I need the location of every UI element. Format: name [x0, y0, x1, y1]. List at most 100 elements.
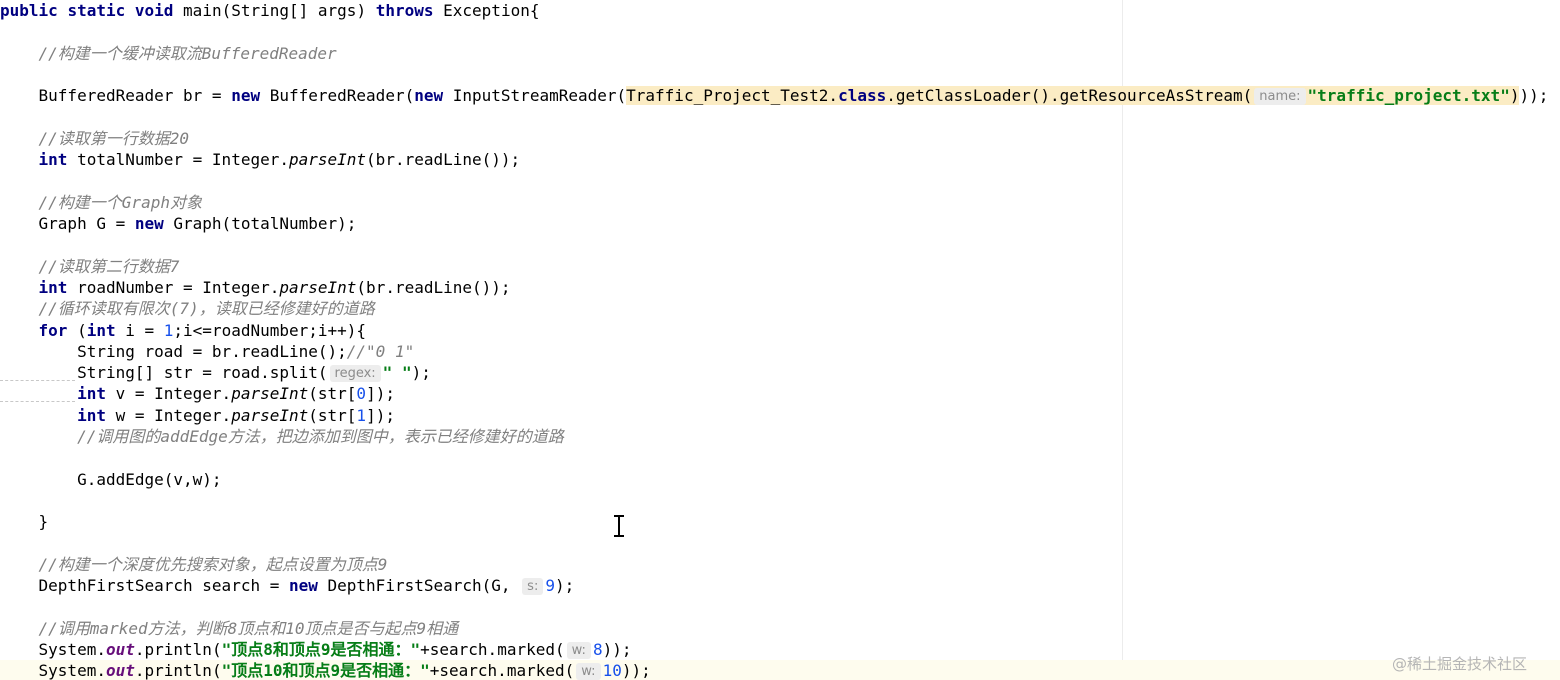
code-token: //构建一个缓冲读取流BufferedReader — [38, 43, 337, 63]
code-line[interactable] — [0, 447, 1560, 468]
code-token: Graph G = — [38, 214, 135, 233]
code-line[interactable]: System.out.println("顶点10和顶点9是否相通："+searc… — [0, 660, 1560, 680]
code-line[interactable]: //调用图的addEdge方法，把边添加到图中，表示已经修建好的道路 — [0, 426, 1560, 447]
code-line[interactable]: int totalNumber = Integer.parseInt(br.re… — [0, 149, 1560, 170]
code-token: "顶点10和顶点9是否相通：" — [221, 661, 430, 680]
code-token: //循环读取有限次(7)，读取已经修建好的道路 — [38, 299, 375, 319]
code-token: main(String[] args) — [183, 1, 376, 20]
code-line[interactable]: BufferedReader br = new BufferedReader(n… — [0, 85, 1560, 106]
code-line[interactable]: String[] str = road.split(regex: " "); — [0, 362, 1560, 383]
param-hint-wrap: regex: — [328, 363, 383, 383]
code-token: DepthFirstSearch(G, — [327, 576, 521, 596]
code-token: ); — [554, 576, 575, 596]
code-line[interactable]: String road = br.readLine();//"0 1" — [0, 341, 1560, 362]
code-token: int — [38, 277, 78, 297]
code-token: ]); — [366, 405, 395, 425]
code-token: new — [231, 86, 270, 106]
code-line[interactable]: //构建一个深度优先搜索对象，起点设置为顶点9 — [0, 554, 1560, 575]
code-line[interactable]: //读取第二行数据7 — [0, 256, 1560, 277]
code-token: //构建一个深度优先搜索对象，起点设置为顶点9 — [38, 554, 388, 574]
code-token: 8 — [592, 640, 603, 659]
code-token: int — [86, 320, 126, 340]
code-line[interactable] — [0, 234, 1560, 255]
param-hint-wrap: w: — [565, 640, 593, 659]
code-token: public — [0, 1, 68, 20]
code-line[interactable]: int v = Integer.parseInt(str[0]); — [0, 383, 1560, 404]
code-line[interactable] — [0, 107, 1560, 128]
code-token: int — [77, 384, 116, 404]
code-token: new — [134, 214, 174, 233]
code-line[interactable] — [0, 490, 1560, 511]
code-token: parseInt — [288, 150, 367, 170]
code-token: "顶点8和顶点9是否相通：" — [221, 640, 421, 659]
param-hint-wrap: w: — [574, 661, 602, 680]
code-line[interactable] — [0, 170, 1560, 191]
code-line[interactable]: DepthFirstSearch search = new DepthFirst… — [0, 575, 1560, 596]
code-token: //读取第一行数据20 — [38, 128, 190, 148]
code-line[interactable]: Graph G = new Graph(totalNumber); — [0, 213, 1560, 234]
code-token: .println( — [134, 640, 222, 659]
code-token: ); — [411, 363, 431, 383]
code-line[interactable]: //构建一个缓冲读取流BufferedReader — [0, 43, 1560, 64]
code-token: //读取第二行数据7 — [38, 256, 180, 276]
code-token: new — [288, 576, 328, 596]
code-line[interactable]: int w = Integer.parseInt(str[1]); — [0, 405, 1560, 426]
code-token: new — [414, 86, 453, 106]
code-token: .println( — [134, 661, 222, 680]
code-token: (br.readLine()); — [366, 150, 521, 170]
code-line[interactable]: int roadNumber = Integer.parseInt(br.rea… — [0, 277, 1560, 298]
code-line[interactable]: for (int i = 1;i<=roadNumber;i++){ — [0, 320, 1560, 341]
code-line[interactable] — [0, 64, 1560, 85]
code-line[interactable]: public static void main(String[] args) t… — [0, 0, 1560, 21]
fold-guide-dash — [0, 401, 75, 402]
code-token: 1 — [356, 405, 367, 425]
code-token: 1 — [163, 320, 174, 340]
code-token: (br.readLine()); — [356, 277, 511, 297]
code-token: System. — [38, 661, 106, 680]
code-line[interactable] — [0, 596, 1560, 617]
code-line[interactable]: //调用marked方法，判断8顶点和10顶点是否与起点9相通 — [0, 618, 1560, 639]
parameter-hint: w: — [566, 642, 591, 659]
code-token: int — [38, 150, 78, 170]
code-line[interactable]: //读取第一行数据20 — [0, 128, 1560, 149]
code-line[interactable] — [0, 21, 1560, 42]
code-line[interactable]: //构建一个Graph对象 — [0, 192, 1560, 213]
code-token: parseInt — [231, 405, 309, 425]
code-token: static — [67, 1, 135, 20]
parameter-hint: regex: — [329, 365, 381, 383]
code-line[interactable]: //循环读取有限次(7)，读取已经修建好的道路 — [0, 298, 1560, 319]
code-token: out — [105, 661, 135, 680]
code-line[interactable] — [0, 533, 1560, 554]
code-token: InputStreamReader( — [452, 86, 627, 106]
code-line[interactable]: System.out.println("顶点8和顶点9是否相通："+search… — [0, 639, 1560, 660]
code-token: //构建一个Graph对象 — [38, 192, 202, 212]
code-token: } — [38, 512, 49, 532]
code-token: i = — [125, 320, 164, 340]
watermark: @稀土掘金技术社区 — [1392, 655, 1528, 673]
code-token: parseInt — [279, 277, 357, 297]
code-token: void — [134, 1, 184, 20]
code-token: int — [77, 405, 116, 425]
fold-guide-dash — [0, 380, 75, 381]
parameter-hint: s: — [522, 578, 544, 596]
code-token: .getClassLoader().getResourceAsStream( — [886, 86, 1253, 106]
code-line[interactable]: G.addEdge(v,w); — [0, 469, 1560, 490]
code-editor[interactable]: public static void main(String[] args) t… — [0, 0, 1560, 680]
code-token: (str[ — [308, 405, 357, 425]
code-token: Traffic_Project_Test2. — [626, 86, 839, 106]
code-token: v = Integer. — [115, 384, 232, 404]
code-token: BufferedReader( — [269, 86, 415, 106]
code-token: throws — [375, 1, 444, 20]
code-line[interactable]: } — [0, 511, 1560, 532]
